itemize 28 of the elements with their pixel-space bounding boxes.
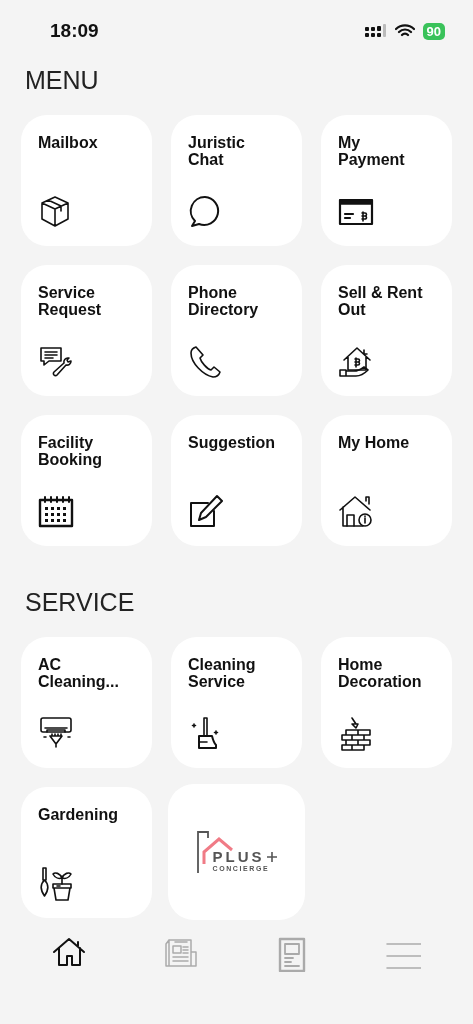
menu-card[interactable]: Sell & Rent Out xyxy=(321,265,452,396)
house-hand-icon xyxy=(338,344,374,380)
battery-level: 90 xyxy=(422,22,445,40)
calendar-icon xyxy=(38,494,74,530)
section-title: SERVICE xyxy=(24,587,136,618)
menu-card[interactable]: My Payment xyxy=(321,115,452,246)
menu-card[interactable]: Service Request xyxy=(21,265,152,396)
wifi-icon xyxy=(394,24,415,38)
menu-card[interactable]: Mailbox xyxy=(21,115,152,246)
section-title: MENU xyxy=(24,65,100,96)
menu-card[interactable]: AC Cleaning... xyxy=(21,637,152,768)
time: 18:09 xyxy=(50,20,99,42)
menu-card[interactable]: Home Decoration xyxy=(321,637,452,768)
logo-title: PLUS xyxy=(212,848,265,865)
menu-card[interactable]: Suggestion xyxy=(171,415,302,546)
plus-icon xyxy=(266,851,277,862)
menu-card[interactable]: My Home xyxy=(321,415,452,546)
edit-icon xyxy=(188,494,224,530)
menu-card[interactable]: Juristic Chat xyxy=(171,115,302,246)
phone-icon xyxy=(188,344,224,380)
garden-tools-icon xyxy=(38,866,74,902)
menu-card[interactable]: Facility Booking xyxy=(21,415,152,546)
menu-card[interactable]: Cleaning Service xyxy=(171,637,302,768)
house-info-icon xyxy=(338,494,374,530)
menu-card[interactable]: Phone Directory xyxy=(171,265,302,396)
menu-card[interactable]: Gardening xyxy=(21,787,152,918)
signal-icon xyxy=(364,24,387,38)
bricks-icon xyxy=(338,716,374,752)
